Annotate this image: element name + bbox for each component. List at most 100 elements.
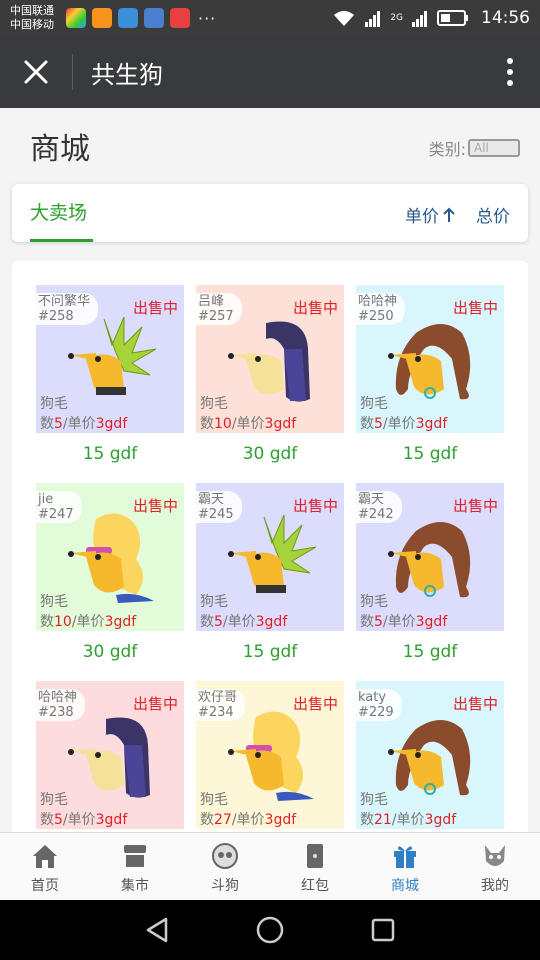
nav-item-profile-dog[interactable]: 我的 xyxy=(450,833,540,900)
listing-thumbnail: 欢仔哥 #234 出售中 狗毛 数27/单价3gdf xyxy=(196,681,344,829)
dog-character-icon xyxy=(388,324,471,400)
app-title: 共生狗 xyxy=(91,60,163,89)
nav-label: 我的 xyxy=(481,878,509,894)
game-app-icon xyxy=(92,8,112,28)
nav-item-red-packet[interactable]: 红包 xyxy=(270,833,360,900)
category-filter: 类别: All xyxy=(429,136,520,160)
shield-app-icon xyxy=(144,8,164,28)
detail-count: 10 xyxy=(214,416,232,432)
wifi-icon xyxy=(334,11,355,26)
detail-unit-price: 3gdf xyxy=(104,614,137,630)
item-type: 狗毛 xyxy=(40,594,68,610)
listing-card[interactable]: 欢仔哥 #234 出售中 狗毛 数27/单价3gdf xyxy=(196,681,344,841)
sort-unit-label: 单价 xyxy=(405,207,439,227)
listing-thumbnail: 霸天 #242 出售中 狗毛 数5/单价3gdf xyxy=(356,483,504,631)
detail-unit-price: 3gdf xyxy=(95,416,128,432)
profile-dog-icon xyxy=(485,845,505,866)
item-quantity-detail: 数21/单价3gdf xyxy=(360,809,456,829)
listing-card[interactable]: katy #229 出售中 狗毛 数21/单价3gdf xyxy=(356,681,504,841)
item-quantity-detail: 数5/单价3gdf xyxy=(360,611,447,631)
listing-thumbnail: jie #247 出售中 狗毛 数10/单价3gdf xyxy=(36,483,184,631)
more-menu-button[interactable] xyxy=(480,36,540,108)
more-vertical-icon xyxy=(507,58,513,86)
detail-count-label: 数 xyxy=(360,416,374,432)
detail-count: 27 xyxy=(214,812,232,828)
detail-unit-price: 3gdf xyxy=(95,812,128,828)
listing-thumbnail: katy #229 出售中 狗毛 数21/单价3gdf xyxy=(356,681,504,829)
item-quantity-detail: 数5/单价3gdf xyxy=(40,413,127,433)
detail-count-label: 数 xyxy=(200,812,214,828)
detail-count-label: 数 xyxy=(200,416,214,432)
detail-unit-label: /单价 xyxy=(391,812,425,828)
detail-unit-price: 3gdf xyxy=(264,416,297,432)
sort-by-unit-price[interactable]: 单价 xyxy=(405,202,456,227)
detail-unit-price: 3gdf xyxy=(424,812,457,828)
app-bar: 共生狗 xyxy=(0,36,540,108)
dog-character-icon xyxy=(68,316,156,395)
detail-unit-price: 3gdf xyxy=(415,416,448,432)
appbar-divider xyxy=(72,54,73,90)
back-icon[interactable] xyxy=(142,915,172,945)
camera-app-icon xyxy=(118,8,138,28)
nav-item-market-stall[interactable]: 集市 xyxy=(90,833,180,900)
carrier-2: 中国移动 xyxy=(10,18,54,31)
total-price: 15 gdf xyxy=(402,642,458,662)
owner-name: 哈哈神 xyxy=(38,690,78,705)
nav-label: 斗狗 xyxy=(211,878,239,894)
nav-label: 商城 xyxy=(391,878,419,894)
nav-item-dogfight[interactable]: 斗狗 xyxy=(180,833,270,900)
listing-card[interactable]: 霸天 #242 出售中 狗毛 数5/单价3gdf 15 gdf xyxy=(356,483,504,681)
category-select[interactable]: All xyxy=(468,139,520,157)
detail-unit-label: /单价 xyxy=(231,416,265,432)
dog-character-icon xyxy=(68,513,154,603)
dog-character-icon xyxy=(228,711,314,801)
dog-character-icon xyxy=(388,720,471,796)
item-type: 狗毛 xyxy=(40,396,68,412)
nav-item-home[interactable]: 首页 xyxy=(0,833,90,900)
listing-card[interactable]: 不问繁华 #258 出售中 狗毛 数5/单价3gdf 15 gdf xyxy=(36,285,184,483)
detail-count-label: 数 xyxy=(40,812,54,828)
more-notifications-icon: ··· xyxy=(198,8,217,28)
tab-big-market[interactable]: 大卖场 xyxy=(30,198,87,225)
listing-thumbnail: 不问繁华 #258 出售中 狗毛 数5/单价3gdf xyxy=(36,285,184,433)
market-stall-icon xyxy=(124,845,146,867)
detail-unit-label: /单价 xyxy=(222,614,256,630)
item-quantity-detail: 数27/单价3gdf xyxy=(200,809,296,829)
item-type: 狗毛 xyxy=(200,792,228,808)
item-quantity-detail: 数5/单价3gdf xyxy=(40,809,127,829)
gift-box-icon xyxy=(394,846,416,868)
clock: 14:56 xyxy=(481,8,530,28)
item-type: 狗毛 xyxy=(200,594,228,610)
sort-by-total-price[interactable]: 总价 xyxy=(476,202,510,227)
dog-character-icon xyxy=(228,514,316,593)
battery-icon xyxy=(437,10,468,26)
item-type: 狗毛 xyxy=(360,396,388,412)
listing-card[interactable]: 哈哈神 #238 出售中 狗毛 数5/单价3gdf xyxy=(36,681,184,841)
notification-icons xyxy=(66,8,190,28)
close-button[interactable] xyxy=(0,36,72,108)
page-title: 商城 xyxy=(30,132,90,167)
dog-character-icon xyxy=(68,717,150,798)
owner-name: 吕峰 xyxy=(198,294,225,309)
carrier-info: 中国联通 中国移动 xyxy=(10,4,60,32)
item-type: 狗毛 xyxy=(200,396,228,412)
home-circle-icon[interactable] xyxy=(255,915,285,945)
recents-icon[interactable] xyxy=(368,915,398,945)
owner-name: 霸天 xyxy=(358,492,385,507)
detail-unit-price: 3gdf xyxy=(264,812,297,828)
dogfight-icon xyxy=(212,843,238,869)
red-packet-icon xyxy=(307,844,323,868)
listing-card[interactable]: 霸天 #245 出售中 狗毛 数5/单价3gdf 15 gdf xyxy=(196,483,344,681)
nav-label: 红包 xyxy=(301,878,329,894)
item-quantity-detail: 数10/单价3gdf xyxy=(200,413,296,433)
nav-item-gift-box[interactable]: 商城 xyxy=(360,833,450,900)
dog-character-icon xyxy=(388,522,471,598)
network-type: 2G xyxy=(390,13,403,23)
listing-card[interactable]: 哈哈神 #250 出售中 狗毛 数5/单价3gdf 15 gdf xyxy=(356,285,504,483)
detail-count: 5 xyxy=(374,416,383,432)
listing-card[interactable]: 吕峰 #257 出售中 狗毛 数10/单价3gdf 30 gdf xyxy=(196,285,344,483)
item-quantity-detail: 数5/单价3gdf xyxy=(200,611,287,631)
detail-count-label: 数 xyxy=(360,812,374,828)
detail-unit-label: /单价 xyxy=(62,416,96,432)
listing-card[interactable]: jie #247 出售中 狗毛 数10/单价3gdf 30 gdf xyxy=(36,483,184,681)
